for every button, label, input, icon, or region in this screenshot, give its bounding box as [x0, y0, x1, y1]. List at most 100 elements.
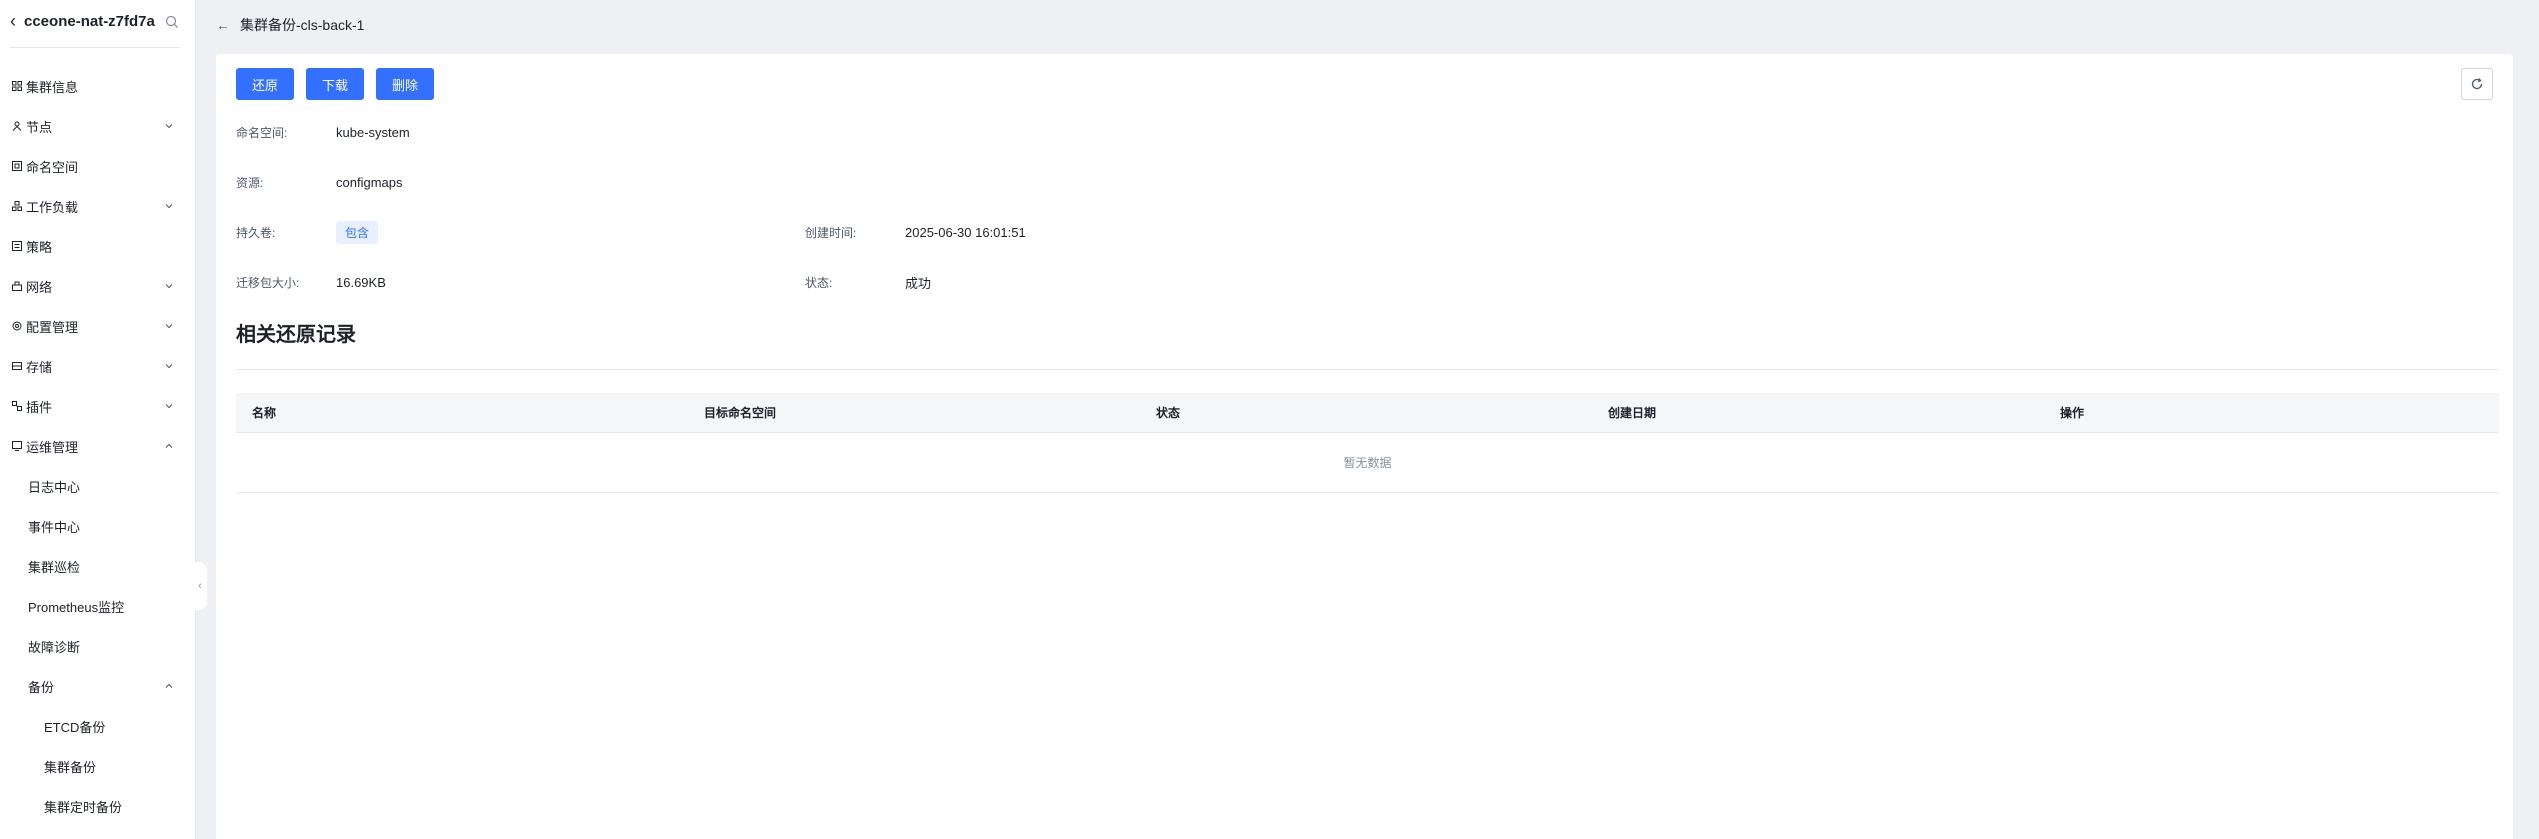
cluster-name: cceone-nat-z7fd7a: [24, 13, 155, 30]
chevron-down-icon: [165, 404, 173, 409]
sidebar-item-label: 网络: [26, 279, 53, 295]
sidebar-item-diagnosis[interactable]: 故障诊断: [0, 626, 196, 666]
workload-icon: [12, 201, 22, 211]
sidebar-item-label: 插件: [26, 399, 53, 415]
persistent-volume-tag: 包含: [336, 220, 379, 244]
sidebar-item-label: 集群巡检: [28, 559, 81, 575]
sidebar-item-workloads[interactable]: 工作负载: [0, 186, 196, 226]
plugin-icon: [12, 401, 22, 411]
sidebar-item-label: 运维管理: [26, 439, 79, 455]
status-field: 状态: 成功: [805, 270, 931, 294]
delete-button[interactable]: 删除: [376, 68, 435, 100]
resource-label: 资源:: [236, 175, 264, 190]
chevron-down-icon: [165, 124, 173, 129]
sidebar-item-nodes[interactable]: 节点: [0, 106, 196, 146]
sidebar: ‹ cceone-nat-z7fd7a 集群信息 节点 命名空间 工作负载 策略: [0, 0, 196, 839]
sidebar-item-config[interactable]: 配置管理: [0, 306, 196, 346]
refresh-button[interactable]: [2461, 68, 2493, 100]
restore-button[interactable]: 还原: [236, 68, 295, 100]
package-size-value: 16.69KB: [336, 274, 386, 290]
policy-icon: [12, 241, 22, 251]
sidebar-menu: 集群信息 节点 命名空间 工作负载 策略 网络 配置管理 存储 插件 运维管理 …: [0, 66, 196, 826]
back-arrow-icon[interactable]: ←: [216, 17, 230, 33]
network-icon: [12, 281, 22, 291]
namespace-icon: [12, 161, 22, 171]
restore-records-title: 相关还原记录: [236, 324, 356, 346]
restore-records-table: 名称 目标命名空间 状态 创建日期 操作 暂无数据: [236, 393, 2499, 493]
sidebar-item-ops[interactable]: 运维管理: [0, 426, 196, 466]
sidebar-item-label: 工作负载: [26, 199, 79, 215]
sidebar-item-label: Prometheus监控: [28, 599, 125, 615]
sidebar-item-label: 故障诊断: [28, 639, 81, 655]
sidebar-item-label: 日志中心: [28, 479, 81, 495]
search-icon[interactable]: [164, 14, 180, 30]
created-time-label: 创建时间:: [805, 225, 857, 240]
sidebar-item-label: 配置管理: [26, 319, 79, 335]
ops-icon: [12, 441, 22, 451]
table-empty-state: 暂无数据: [236, 433, 2499, 493]
chevron-left-icon: ‹: [198, 580, 202, 592]
persistent-volume-label: 持久卷:: [236, 225, 276, 240]
sidebar-item-namespaces[interactable]: 命名空间: [0, 146, 196, 186]
refresh-icon: [2471, 78, 2483, 90]
sidebar-item-label: 备份: [28, 679, 55, 695]
column-header-name: 名称: [252, 406, 277, 420]
table-header: 名称 目标命名空间 状态 创建日期 操作: [236, 393, 2499, 433]
node-icon: [12, 121, 22, 131]
section-divider: [236, 369, 2499, 370]
page-header: ← 集群备份-cls-back-1: [216, 14, 364, 36]
detail-card: 还原 下载 删除 命名空间: kube-system 资源: configmap…: [216, 54, 2513, 839]
sidebar-item-scheduled-backup[interactable]: 集群定时备份: [0, 786, 196, 826]
chevron-down-icon: [165, 284, 173, 289]
sidebar-item-prometheus[interactable]: Prometheus监控: [0, 586, 196, 626]
resource-value: configmaps: [336, 174, 403, 190]
sidebar-item-label: ETCD备份: [44, 719, 106, 735]
chevron-up-icon: [165, 443, 173, 448]
created-time-field: 创建时间: 2025-06-30 16:01:51: [805, 220, 1026, 244]
column-header-actions: 操作: [2060, 406, 2085, 420]
page-title: 集群备份-cls-back-1: [240, 17, 365, 33]
sidebar-item-event-center[interactable]: 事件中心: [0, 506, 196, 546]
persistent-volume-field: 持久卷: 包含: [236, 220, 379, 244]
resource-field: 资源: configmaps: [236, 170, 402, 194]
sidebar-item-cluster-info[interactable]: 集群信息: [0, 66, 196, 106]
status-value: 成功: [905, 275, 932, 291]
back-chevron-icon[interactable]: ‹: [10, 11, 24, 32]
sidebar-item-label: 策略: [26, 239, 53, 255]
column-header-status: 状态: [1156, 406, 1181, 420]
status-label: 状态:: [805, 275, 833, 290]
sidebar-item-label: 存储: [26, 359, 53, 375]
sidebar-header: ‹ cceone-nat-z7fd7a: [10, 4, 180, 48]
sidebar-item-label: 节点: [26, 119, 53, 135]
sidebar-item-storage[interactable]: 存储: [0, 346, 196, 386]
chevron-down-icon: [165, 364, 173, 369]
sidebar-item-etcd-backup[interactable]: ETCD备份: [0, 706, 196, 746]
package-size-field: 迁移包大小: 16.69KB: [236, 270, 386, 294]
sidebar-item-plugins[interactable]: 插件: [0, 386, 196, 426]
sidebar-item-label: 集群信息: [26, 79, 79, 95]
chevron-down-icon: [165, 204, 173, 209]
package-size-label: 迁移包大小:: [236, 275, 300, 290]
chevron-down-icon: [165, 324, 173, 329]
action-buttons: 还原 下载 删除: [236, 68, 435, 100]
grid-icon: [12, 81, 22, 91]
download-button[interactable]: 下载: [306, 68, 365, 100]
sidebar-item-network[interactable]: 网络: [0, 266, 196, 306]
storage-icon: [12, 362, 22, 370]
sidebar-item-log-center[interactable]: 日志中心: [0, 466, 196, 506]
sidebar-item-cluster-inspection[interactable]: 集群巡检: [0, 546, 196, 586]
config-icon: [12, 321, 22, 331]
column-header-created-date: 创建日期: [1608, 406, 1657, 420]
sidebar-item-backup[interactable]: 备份: [0, 666, 196, 706]
sidebar-collapse-handle[interactable]: ‹: [193, 562, 207, 610]
created-time-value: 2025-06-30 16:01:51: [905, 224, 1026, 240]
column-header-target-namespace: 目标命名空间: [704, 406, 777, 420]
chevron-up-icon: [165, 683, 173, 688]
namespace-label: 命名空间:: [236, 125, 288, 140]
sidebar-item-policy[interactable]: 策略: [0, 226, 196, 266]
namespace-field: 命名空间: kube-system: [236, 120, 410, 144]
sidebar-item-label: 集群备份: [44, 759, 97, 775]
sidebar-item-cluster-backup[interactable]: 集群备份: [0, 746, 196, 786]
sidebar-item-label: 集群定时备份: [44, 799, 123, 815]
sidebar-item-label: 命名空间: [26, 159, 79, 175]
